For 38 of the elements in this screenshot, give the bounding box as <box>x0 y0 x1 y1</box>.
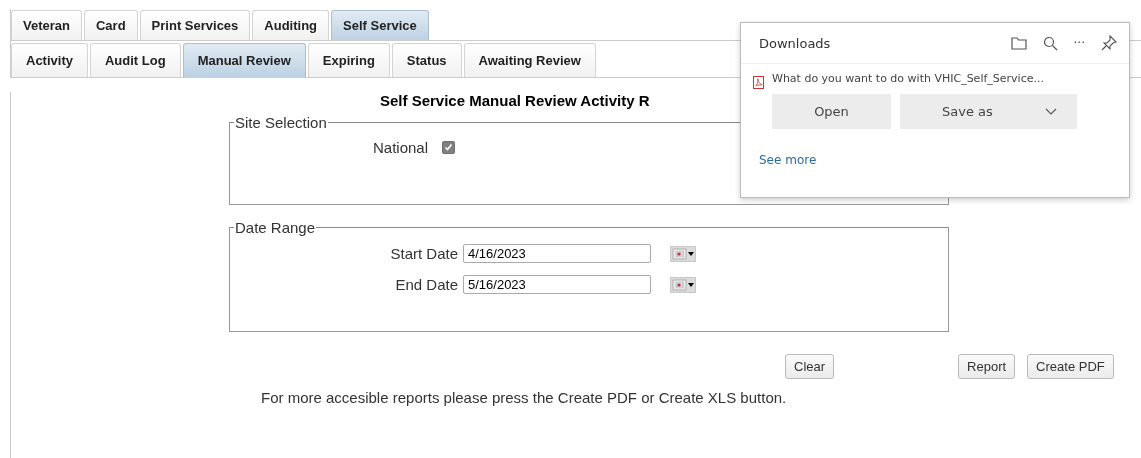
folder-icon[interactable] <box>1010 36 1027 50</box>
tab[interactable]: Awaiting Review <box>463 43 596 77</box>
info-text: For more accesible reports please press the Create PDF or Create XLS button. <box>261 389 788 406</box>
tab[interactable]: Activity <box>11 43 88 77</box>
save-as-button[interactable]: Save as <box>900 94 1077 129</box>
clear-button[interactable]: Clear <box>785 354 835 379</box>
tab[interactable]: Card <box>84 10 138 40</box>
download-message: What do you want to do with VHIC_Self_Service... <box>772 72 1045 85</box>
date-field[interactable]: 5/16/2023 <box>463 275 651 294</box>
tab[interactable]: Audit Log <box>89 43 181 77</box>
checkbox-label: National <box>373 139 429 156</box>
checkmark-icon <box>444 143 454 152</box>
tab[interactable]: Expiring <box>307 43 390 77</box>
date-field[interactable]: 4/16/2023 <box>463 244 651 263</box>
field-label: End Date <box>395 276 458 293</box>
action-button[interactable]: Create PDF <box>1027 354 1114 379</box>
action-button[interactable]: Report <box>958 354 1016 379</box>
checkbox[interactable] <box>442 141 456 154</box>
tab[interactable]: Veteran <box>11 10 82 40</box>
tab[interactable]: Print Services <box>139 10 251 40</box>
tab[interactable]: Status <box>391 43 462 77</box>
field-label: Start Date <box>390 245 458 262</box>
report-title: Self Service Manual Review Activity R <box>380 92 650 110</box>
chevron-down-icon <box>1045 108 1057 115</box>
open-button[interactable]: Open <box>772 94 891 129</box>
search-icon[interactable] <box>1042 35 1058 51</box>
pdf-file-icon <box>753 76 764 89</box>
calendar-button[interactable] <box>670 245 696 262</box>
see-more-link[interactable]: See more <box>759 153 817 167</box>
tab[interactable]: Self Service <box>331 10 429 40</box>
group-legend: Site Selection <box>234 114 328 131</box>
pin-icon[interactable] <box>1101 35 1117 51</box>
tab[interactable]: Auditing <box>252 10 330 40</box>
group-legend: Date Range <box>234 219 317 236</box>
panel-title: Downloads <box>759 35 831 51</box>
more-button[interactable]: ··· <box>1073 36 1085 50</box>
tab[interactable]: Manual Review <box>182 43 306 77</box>
calendar-button[interactable] <box>670 276 696 293</box>
